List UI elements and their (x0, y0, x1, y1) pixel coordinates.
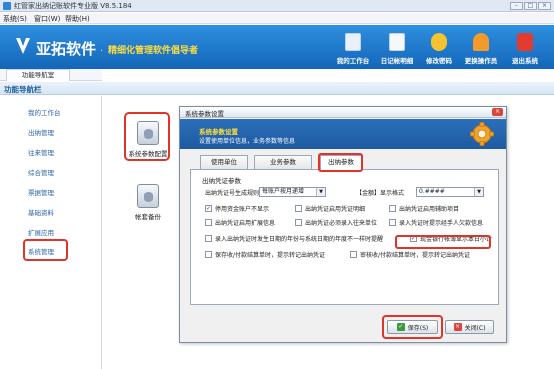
close-button[interactable]: × 关闭(C) (445, 320, 494, 334)
tab-business-params[interactable]: 业务参数 (254, 155, 312, 169)
format-label: 【金额】显示格式 (356, 190, 405, 197)
checkbox-save-settlement-prompt[interactable]: 保存收/付款结算单时，提示转记出纳凭证 (205, 250, 325, 259)
nav-header-title: 功能导航栏 (4, 85, 42, 94)
save-highlight (382, 315, 443, 339)
checkbox-label: 出纳凭证启用扩展信息 (215, 220, 276, 227)
nav-item-bills[interactable]: 票据管理 (28, 187, 54, 197)
checkbox-box (205, 251, 212, 258)
settings-dialog: 系统参数设置 × 系统参数设置 设置使用单位信息，业务参数等信息 使用单位 业务… (179, 106, 507, 343)
dialog-title: 系统参数设置 (185, 110, 224, 118)
menu-window[interactable]: 窗口(W) (34, 14, 60, 24)
power-icon (517, 33, 533, 51)
rule-select-value: 每账户按月递增 (262, 188, 305, 195)
checkbox-box: ✓ (205, 205, 212, 212)
checkbox-box (295, 205, 302, 212)
maximize-button[interactable]: □ (524, 2, 537, 10)
toolbar-label: 我的工作台 (336, 57, 370, 65)
toolbar-ledger-detail-button[interactable]: 日记帐明细 (374, 29, 420, 67)
checkbox-box (205, 235, 212, 242)
tab-using-unit[interactable]: 使用单位 (200, 155, 248, 169)
tab-highlight (318, 153, 363, 172)
rule-label: 出纳凭证号生成规则 (205, 190, 260, 197)
nav-item-workbench[interactable]: 我的工作台 (28, 107, 61, 117)
dialog-header: 系统参数设置 设置使用单位信息，业务参数等信息 (180, 119, 506, 149)
window-title: 红管家出纳记账软件专业版 V8.5.184 (14, 2, 132, 10)
chevron-down-icon: ▼ (316, 188, 325, 196)
dialog-header-title: 系统参数设置 (199, 128, 238, 136)
dialog-close-button[interactable]: × (492, 108, 503, 116)
checkbox-require-counterparty[interactable]: 出纳凭证必须录入往来单位 (295, 218, 377, 227)
ledger-icon (389, 33, 405, 51)
close-window-button[interactable]: × (538, 2, 551, 10)
dialog-titlebar: 系统参数设置 × (180, 107, 506, 118)
toolbar-my-workbench-button[interactable]: 我的工作台 (330, 29, 376, 67)
checkbox-label: 审核收/付款结算单时，提示转记出纳凭证 (360, 252, 471, 259)
tab-function-nav[interactable]: 功能导航室 (6, 69, 70, 81)
toolbar-change-password-button[interactable]: 修改密码 (416, 29, 462, 67)
section-title: 出纳凭证参数 (202, 177, 241, 185)
window-titlebar: 红管家出纳记账软件专业版 V8.5.184 – □ × (0, 0, 554, 12)
brand-slogan: 精细化管理软件倡导者 (108, 46, 199, 56)
close-button-label: 关闭(C) (464, 324, 486, 332)
checkbox-aux-items[interactable]: 出纳凭证启用辅助项目 (389, 204, 459, 213)
checkbox-extended-info[interactable]: 出纳凭证启用扩展信息 (205, 218, 275, 227)
checkbox-box (389, 205, 396, 212)
checkbox-hide-disabled-accounts[interactable]: ✓ 停用资金账户不显示 (205, 204, 269, 213)
dialog-header-subtitle: 设置使用单位信息，业务参数等信息 (199, 138, 296, 145)
checkbox-box (295, 219, 302, 226)
brand-name: 亚拓软件 (36, 40, 97, 58)
format-select-value: 0.#### (419, 188, 445, 195)
menu-help[interactable]: 帮助(H) (65, 14, 90, 24)
nav-panel: 我的工作台 出纳管理 往来管理 综合管理 票据管理 基础资料 扩展应用 系统管理 (0, 96, 102, 369)
toolbar-label: 日记帐明细 (380, 57, 414, 65)
checkbox-box (389, 219, 396, 226)
app-icon (3, 2, 11, 10)
checkbox-label: 出纳凭证启用辅助项目 (399, 206, 460, 213)
app-banner: 亚拓软件 · 精细化管理软件倡导者 我的工作台 日记帐明细 修改密码 更换操作员… (0, 25, 554, 69)
user-icon (473, 33, 489, 51)
nav-item-accounts[interactable]: 往来管理 (28, 147, 54, 157)
menu-system[interactable]: 系统(S) (3, 14, 27, 24)
minimize-button[interactable]: – (510, 2, 523, 10)
checkbox-label: 停用资金账户不显示 (215, 206, 270, 213)
checkbox-audit-settlement-prompt[interactable]: 审核收/付款结算单时，提示转记出纳凭证 (350, 250, 470, 259)
rule-select[interactable]: 每账户按月递增 ▼ (259, 187, 326, 197)
checkbox-label: 保存收/付款结算单时，提示转记出纳凭证 (215, 252, 326, 259)
brand-logo-icon (16, 38, 30, 54)
checkbox-label: 出纳凭证必须录入往来单位 (305, 220, 378, 227)
checkbox-label: 出纳凭证启用凭证明细 (305, 206, 366, 213)
nav-item-extensions[interactable]: 扩展应用 (28, 227, 54, 237)
toolbar-label: 退出系统 (512, 57, 538, 65)
toolbar-label: 修改密码 (426, 57, 452, 65)
nav-item-basic-data[interactable]: 基础资料 (28, 207, 54, 217)
format-select[interactable]: 0.#### ▼ (416, 187, 484, 197)
checkbox-voucher-detail[interactable]: 出纳凭证启用凭证明细 (295, 204, 365, 213)
nav-item-general[interactable]: 综合管理 (28, 167, 54, 177)
toolbar-switch-operator-button[interactable]: 更换操作员 (458, 29, 504, 67)
toolbar-exit-button[interactable]: 退出系统 (502, 29, 548, 67)
tile-highlight (124, 112, 170, 161)
toolbar-label: 更换操作员 (464, 57, 498, 65)
backup-icon (137, 184, 159, 208)
brand-separator: · (100, 46, 104, 57)
checkbox-label: 录入出纳凭证时发生日期的年份与系统日期的年度不一样时提醒 (215, 236, 384, 243)
nav-header: 功能导航栏 (0, 82, 554, 95)
tile-label: 帐套备份 (135, 213, 161, 221)
checkbox-box (350, 251, 357, 258)
checkbox-box (205, 219, 212, 226)
nav-active-highlight (23, 239, 68, 261)
nav-item-cashier[interactable]: 出纳管理 (28, 127, 54, 137)
gear-icon (470, 122, 494, 146)
close-icon: × (453, 323, 462, 331)
menu-bar: 系统(S) 窗口(W) 帮助(H) (0, 13, 554, 24)
chevron-down-icon: ▼ (474, 188, 483, 196)
checkbox-highlight (395, 235, 491, 249)
monitor-icon (345, 33, 361, 51)
nav-tab-strip: 功能导航室 (0, 69, 102, 81)
checkbox-label: 录入凭证时提示经手人欠款信息 (399, 220, 484, 227)
backup-tile[interactable]: 帐套备份 (125, 184, 171, 221)
checkbox-debt-prompt[interactable]: 录入凭证时提示经手人欠款信息 (389, 218, 483, 227)
key-lock-icon (431, 33, 447, 51)
checkbox-year-mismatch-reminder[interactable]: 录入出纳凭证时发生日期的年份与系统日期的年度不一样时提醒 (205, 234, 383, 243)
